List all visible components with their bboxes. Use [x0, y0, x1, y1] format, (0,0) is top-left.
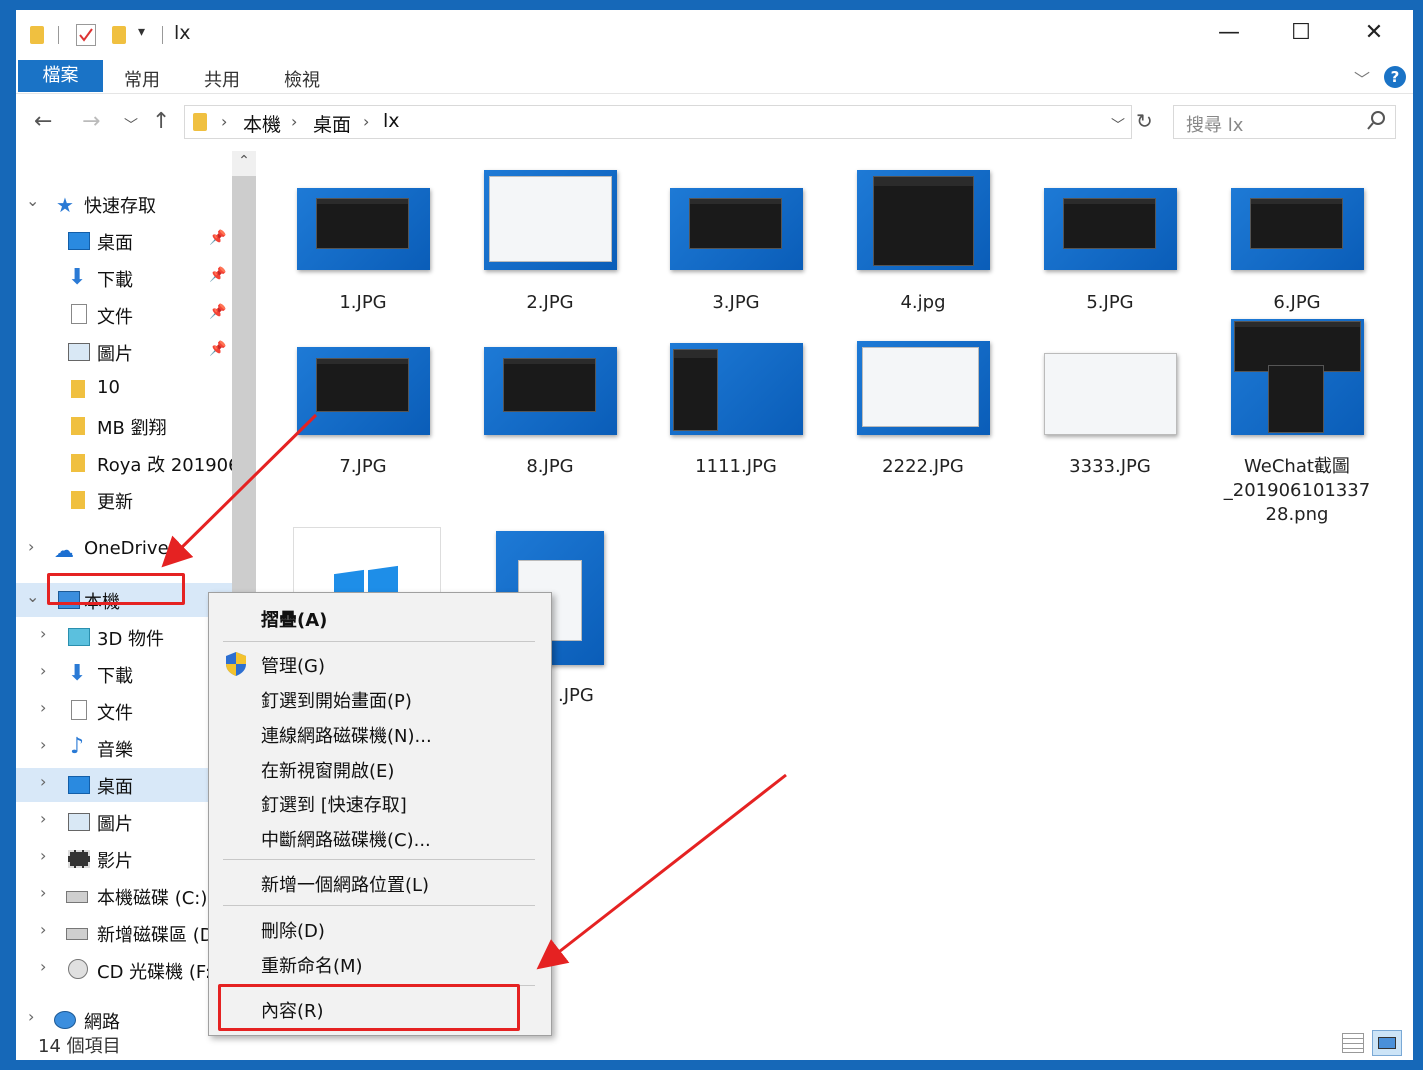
annotation-arrow: [161, 413, 318, 568]
annotation-arrow: [536, 773, 787, 970]
annotation-arrows: [161, 413, 787, 970]
